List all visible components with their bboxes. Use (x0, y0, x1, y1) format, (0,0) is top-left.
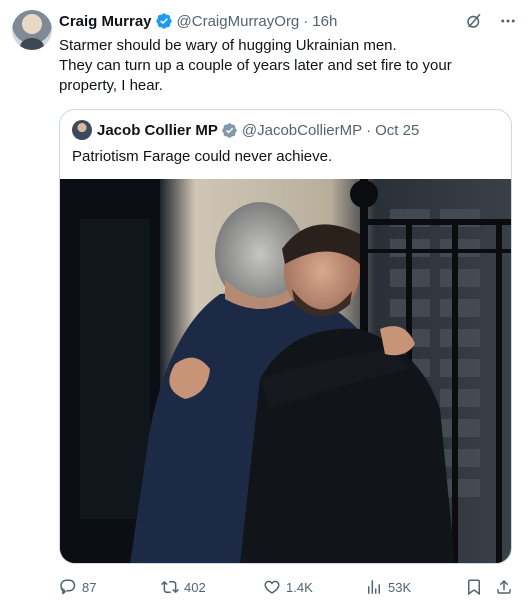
quoted-author-avatar (72, 120, 92, 140)
reply-count: 87 (82, 579, 97, 595)
like-button[interactable]: 1.4K (263, 576, 313, 598)
quoted-tweet-date: Oct 25 (375, 121, 420, 139)
tweet-time[interactable]: 16h (312, 13, 337, 30)
reply-button[interactable]: 87 (59, 576, 96, 598)
bookmark-icon (468, 579, 480, 596)
header-actions (465, 12, 517, 30)
tweet-text: Starmer should be wary of hugging Ukrain… (59, 36, 515, 96)
verified-badge-icon (155, 13, 172, 29)
tweet-text-line: Starmer should be wary of hugging Ukrain… (59, 37, 397, 54)
tweet-header: Craig Murray @CraigMurrayOrg · 16h (59, 11, 517, 31)
share-button[interactable] (495, 576, 513, 598)
share-icon (497, 579, 511, 594)
tweet-text-line: They can turn up a couple of years later… (59, 57, 452, 74)
repost-count: 402 (184, 579, 206, 595)
like-count: 1.4K (286, 579, 313, 595)
quoted-author-handle: @JacobCollierMP (241, 121, 363, 139)
author-avatar[interactable] (12, 10, 52, 50)
quoted-tweet-header: Jacob Collier MP @JacobCollierMP · Oct 2… (72, 120, 419, 140)
quoted-tweet[interactable]: Jacob Collier MP @JacobCollierMP · Oct 2… (59, 109, 512, 564)
repost-button[interactable]: 402 (161, 576, 206, 598)
quoted-tweet-text: Patriotism Farage could never achieve. (72, 148, 333, 165)
separator-dot: · (366, 121, 372, 139)
more-icon[interactable] (499, 12, 517, 30)
action-bar: 87 402 1.4K 53K (59, 576, 514, 598)
reply-icon (60, 579, 76, 595)
views-button[interactable]: 53K (365, 576, 411, 598)
grok-icon[interactable] (465, 12, 483, 30)
views-icon (368, 580, 380, 594)
author-handle[interactable]: @CraigMurrayOrg (177, 13, 300, 30)
tweet-text-line: property, I hear. (59, 77, 163, 94)
repost-icon (161, 580, 179, 594)
separator-dot: · (303, 12, 309, 30)
quoted-tweet-photo[interactable] (60, 179, 511, 564)
quoted-author-name: Jacob Collier MP (97, 121, 218, 139)
bookmark-button[interactable] (465, 576, 483, 598)
like-icon (264, 580, 280, 594)
views-count: 53K (388, 579, 412, 595)
verified-badge-icon (222, 122, 237, 138)
author-name[interactable]: Craig Murray (59, 13, 152, 30)
